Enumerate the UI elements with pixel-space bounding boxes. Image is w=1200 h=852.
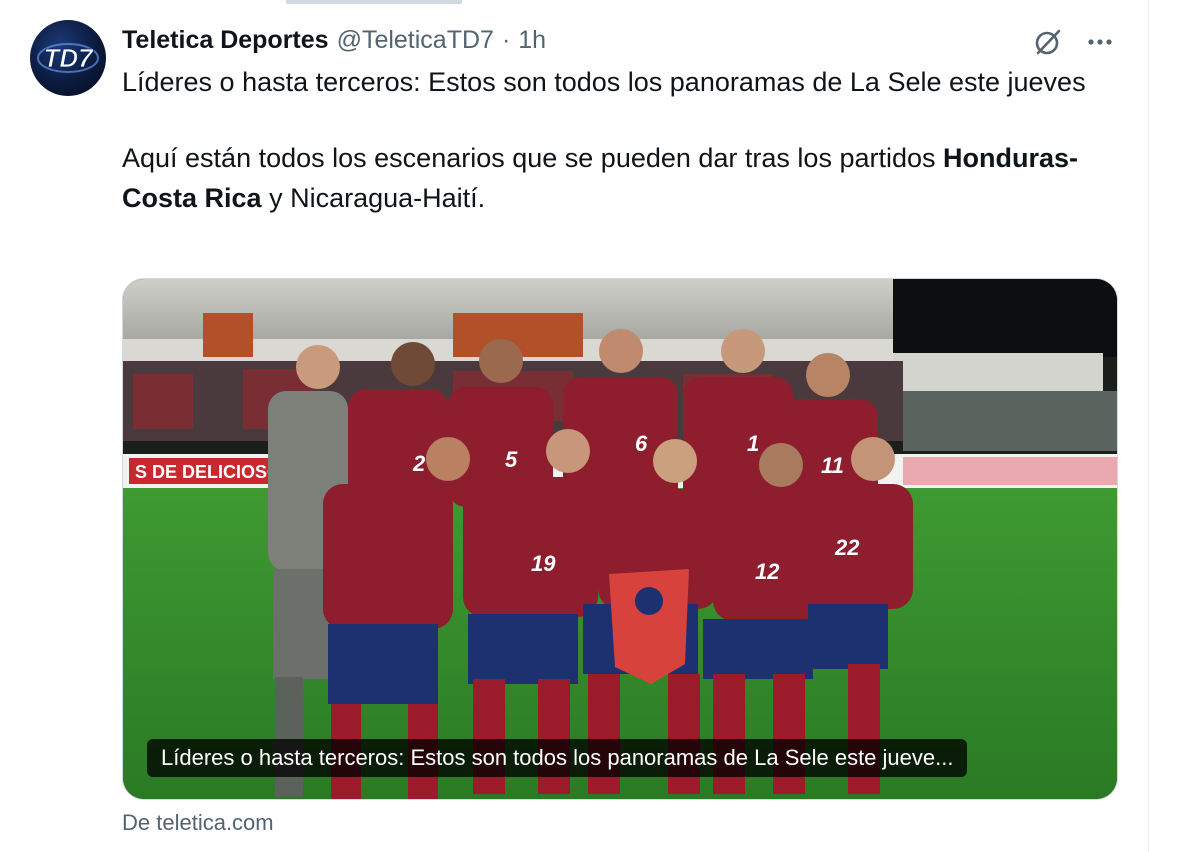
- avatar-logo: TD7: [37, 43, 99, 73]
- jersey-number: 11: [821, 453, 844, 478]
- tweet-text-line2-a: Aquí están todos los escenarios que se p…: [122, 143, 936, 173]
- card-caption: Líderes o hasta terceros: Estos son todo…: [147, 739, 968, 777]
- user-handle[interactable]: @TeleticaTD7: [337, 26, 494, 55]
- link-card[interactable]: S DE DELICIOSO 2 5 6 1 11 19 12 22 Líder…: [122, 278, 1118, 800]
- timestamp[interactable]: 1h: [518, 26, 546, 55]
- more-icon: [1088, 39, 1112, 45]
- grok-icon: [1035, 29, 1061, 55]
- jersey-number: 5: [505, 447, 518, 472]
- jersey-number: 2: [412, 451, 426, 476]
- ad-banner-text: S DE DELICIOSO: [135, 462, 281, 482]
- avatar[interactable]: TD7: [30, 20, 106, 96]
- jersey-number: 6: [635, 431, 648, 456]
- separator-dot: ·: [501, 25, 511, 54]
- more-button[interactable]: [1082, 24, 1118, 60]
- card-source-link[interactable]: De teletica.com: [122, 810, 274, 836]
- column-divider: [1148, 0, 1149, 852]
- jersey-number: 19: [531, 551, 556, 576]
- jersey-number: 22: [834, 535, 860, 560]
- tweet-text: Líderes o hasta terceros: Estos son todo…: [122, 62, 1112, 218]
- jersey-number: 1: [747, 431, 759, 456]
- tweet-text-line2: Aquí están todos los escenarios que se p…: [122, 138, 1112, 218]
- tweet[interactable]: TD7 Teletica Deportes @TeleticaTD7 · 1h …: [0, 0, 1148, 852]
- tweet-header: Teletica Deportes @TeleticaTD7 · 1h: [122, 22, 546, 58]
- display-name[interactable]: Teletica Deportes: [122, 26, 329, 55]
- team-photo: S DE DELICIOSO 2 5 6 1 11 19 12 22: [123, 279, 1117, 799]
- tweet-text-line1: Líderes o hasta terceros: Estos son todo…: [122, 67, 1086, 97]
- jersey-number: 12: [755, 559, 780, 584]
- tweet-text-line2-b: y Nicaragua-Haití.: [261, 183, 486, 213]
- grok-button[interactable]: [1030, 24, 1066, 60]
- avatar-logo-text: TD7: [43, 43, 94, 73]
